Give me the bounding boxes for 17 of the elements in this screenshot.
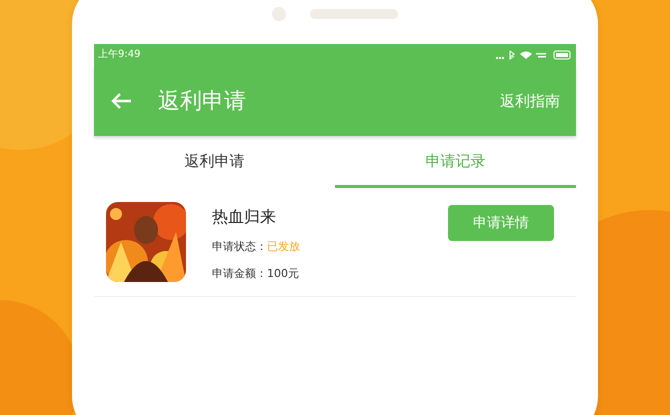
bluetooth-icon bbox=[510, 50, 515, 60]
signal-icon bbox=[536, 53, 546, 58]
amount-text: 申请金额：100元 bbox=[212, 266, 300, 282]
tab[interactable]: 申请记录 bbox=[335, 138, 576, 188]
page-title: 返利申请 bbox=[158, 88, 246, 116]
game-name: 热血归来 bbox=[212, 206, 277, 228]
battery-icon bbox=[554, 50, 570, 60]
speaker-icon bbox=[310, 9, 398, 19]
rebate-guide-link[interactable]: 返利指南 bbox=[500, 90, 560, 112]
status-value: 已发放 bbox=[267, 239, 300, 255]
details-button[interactable]: 申请详情 bbox=[448, 205, 554, 241]
status-time: 上午9:49 bbox=[98, 50, 140, 60]
wifi-icon bbox=[520, 52, 532, 59]
camera-icon bbox=[272, 7, 286, 21]
status-label: 申请状态： bbox=[212, 239, 267, 255]
tab[interactable]: 返利申请 bbox=[94, 138, 335, 188]
back-arrow-icon[interactable] bbox=[110, 92, 132, 110]
